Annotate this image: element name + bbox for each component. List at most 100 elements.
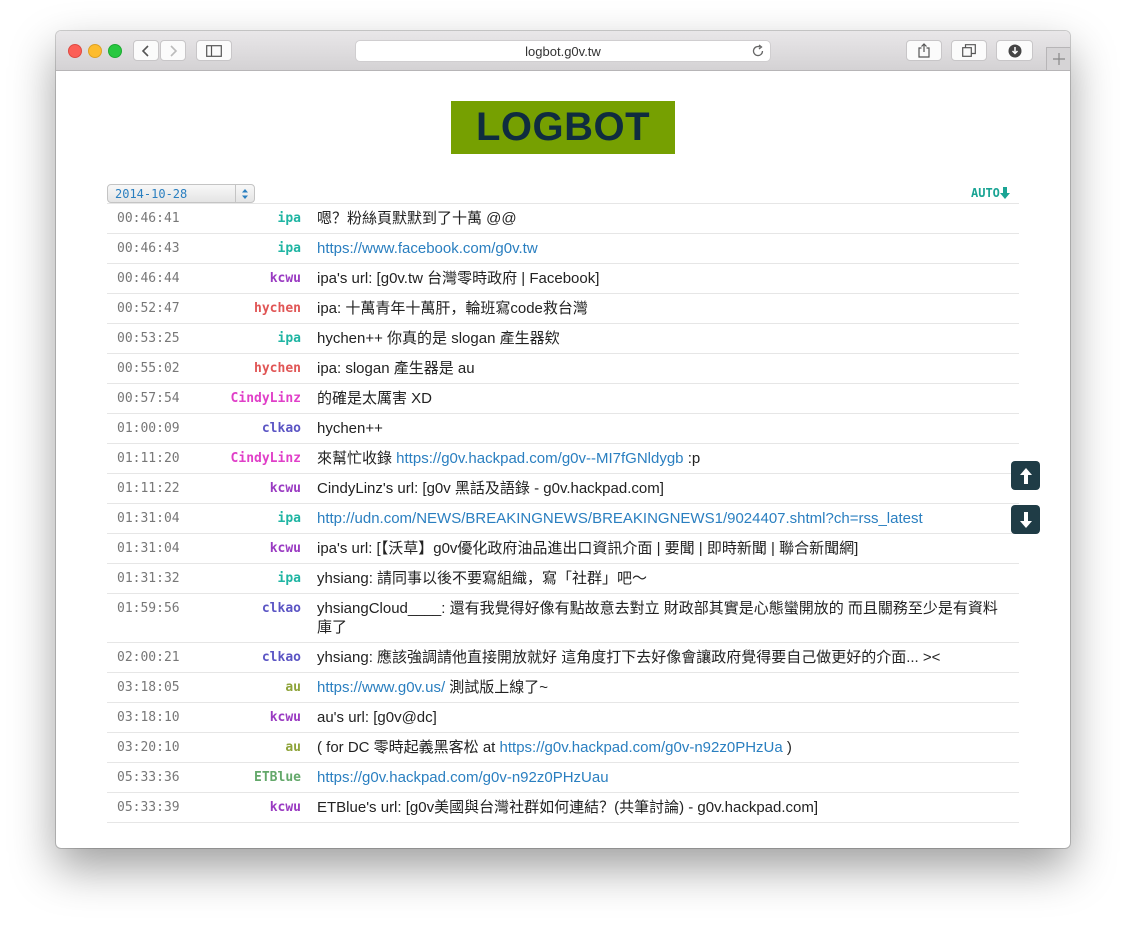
log-row: 05:33:39 kcwu ETBlue's url: [g0v美國與台灣社群如何連… <box>107 793 1019 823</box>
message-link[interactable]: https://g0v.hackpad.com/g0v-n92z0PHzUau <box>317 769 609 786</box>
log-nick: CindyLinz <box>230 391 301 406</box>
chevron-left-icon <box>141 44 149 57</box>
sidebar-icon <box>206 44 222 57</box>
log-message: CindyLinz's url: [g0v 黑話及語錄 - g0v.hackpa… <box>301 474 1019 503</box>
browser-toolbar: logbot.g0v.tw <box>56 31 1070 71</box>
log-message: yhsiangCloud____: 還有我覺得好像有點故意去對立 財政部其實是心… <box>301 594 1019 642</box>
log-row: 00:55:02 hychen ipa: slogan 產生器是 au <box>107 354 1019 384</box>
log-message: ETBlue's url: [g0v美國與台灣社群如何連結？(共筆討論) - g… <box>301 793 1019 822</box>
log-nick: ipa <box>277 241 301 256</box>
message-text: 嗯？粉絲頁默默到了十萬 @@ <box>317 210 517 227</box>
log-message: ipa: 十萬青年十萬肝，輪班寫code救台灣 <box>301 294 1019 323</box>
log-time[interactable]: 00:53:25 <box>107 324 211 353</box>
tabs-icon <box>962 44 976 57</box>
arrow-up-icon <box>1019 467 1032 484</box>
logbot-logo[interactable]: LOGBOT <box>451 101 675 154</box>
log-nick: au <box>285 740 301 755</box>
log-time[interactable]: 01:00:09 <box>107 414 211 443</box>
downloads-button[interactable] <box>996 40 1033 61</box>
close-window-button[interactable] <box>68 44 82 58</box>
log-row: 00:46:44 kcwu ipa's url: [g0v.tw 台灣零時政府 | … <box>107 264 1019 294</box>
browser-window: logbot.g0v.tw LOGBOT 2014-10-28 AUTO 00:… <box>56 31 1070 848</box>
message-text: yhsiangCloud____: 還有我覺得好像有點故意去對立 財政部其實是心… <box>317 600 998 636</box>
log-time[interactable]: 00:46:44 <box>107 264 211 293</box>
log-time[interactable]: 01:31:04 <box>107 504 211 533</box>
address-bar[interactable]: logbot.g0v.tw <box>355 40 771 62</box>
log-nick: kcwu <box>269 541 301 556</box>
message-text: ( for DC 零時起義黑客松 at <box>317 739 500 756</box>
new-tab-button[interactable] <box>1046 47 1070 70</box>
chat-log: 00:46:41 ipa 嗯？粉絲頁默默到了十萬 @@ 00:46:43 ipa http… <box>107 203 1019 823</box>
log-row: 00:52:47 hychen ipa: 十萬青年十萬肝，輪班寫code救台灣 <box>107 294 1019 324</box>
log-message: https://www.g0v.us/ 測試版上線了~ <box>301 673 1019 702</box>
log-row: 03:18:05 au https://www.g0v.us/ 測試版上線了~ <box>107 673 1019 703</box>
log-row: 03:20:10 au ( for DC 零時起義黑客松 at https://g0… <box>107 733 1019 763</box>
log-time[interactable]: 00:55:02 <box>107 354 211 383</box>
log-row: 01:31:04 kcwu ipa's url: [【沃草】g0v優化政府油品進出口… <box>107 534 1019 564</box>
log-nick: clkao <box>261 601 301 616</box>
sidebar-button[interactable] <box>196 40 232 61</box>
log-nick: au <box>285 680 301 695</box>
log-message: au's url: [g0v@dc] <box>301 703 1019 732</box>
back-button[interactable] <box>133 40 159 61</box>
log-time[interactable]: 00:52:47 <box>107 294 211 323</box>
log-row: 05:33:36 ETBlue https://g0v.hackpad.com/g0… <box>107 763 1019 793</box>
log-time[interactable]: 02:00:21 <box>107 643 211 672</box>
minimize-window-button[interactable] <box>88 44 102 58</box>
log-nick: ipa <box>277 511 301 526</box>
log-time[interactable]: 03:18:10 <box>107 703 211 732</box>
log-time[interactable]: 00:57:54 <box>107 384 211 413</box>
reload-icon[interactable] <box>751 44 765 58</box>
date-value: 2014-10-28 <box>115 186 188 201</box>
share-button[interactable] <box>906 40 942 61</box>
url-text: logbot.g0v.tw <box>525 43 601 59</box>
log-row: 00:57:54 CindyLinz 的確是太厲害 XD <box>107 384 1019 414</box>
message-text: ipa: slogan 產生器是 au <box>317 360 475 377</box>
share-icon <box>918 43 930 58</box>
message-text: ipa's url: [【沃草】g0v優化政府油品進出口資訊介面 | 要聞 | … <box>317 540 859 557</box>
log-message: yhsiang: 請同事以後不要寫組織，寫「社群」吧～ <box>301 564 1019 593</box>
tabs-overview-button[interactable] <box>951 40 987 61</box>
log-time[interactable]: 03:20:10 <box>107 733 211 762</box>
auto-scroll-toggle[interactable]: AUTO <box>971 186 1010 200</box>
log-time[interactable]: 00:46:43 <box>107 234 211 263</box>
date-select[interactable]: 2014-10-28 <box>107 184 255 203</box>
log-row: 01:11:20 CindyLinz 來幫忙收錄 https://g0v.hackp… <box>107 444 1019 474</box>
log-message: ipa's url: [【沃草】g0v優化政府油品進出口資訊介面 | 要聞 | … <box>301 534 1019 563</box>
message-text: hychen++ <box>317 420 383 437</box>
chevron-right-icon <box>170 44 178 57</box>
log-time[interactable]: 01:11:22 <box>107 474 211 503</box>
log-nick: kcwu <box>269 481 301 496</box>
scroll-up-button[interactable] <box>1011 461 1040 490</box>
message-link[interactable]: https://g0v.hackpad.com/g0v--MI7fGNldygb <box>396 450 683 467</box>
log-message: 來幫忙收錄 https://g0v.hackpad.com/g0v--MI7fG… <box>301 444 1019 473</box>
message-link[interactable]: https://www.facebook.com/g0v.tw <box>317 240 538 257</box>
log-time[interactable]: 01:59:56 <box>107 594 211 642</box>
message-text: 來幫忙收錄 <box>317 450 397 467</box>
message-link[interactable]: https://g0v.hackpad.com/g0v-n92z0PHzUa <box>500 739 783 756</box>
log-time[interactable]: 01:31:04 <box>107 534 211 563</box>
download-icon <box>1008 44 1021 57</box>
log-time[interactable]: 03:18:05 <box>107 673 211 702</box>
log-message: ipa's url: [g0v.tw 台灣零時政府 | Facebook] <box>301 264 1019 293</box>
log-time[interactable]: 00:46:41 <box>107 204 211 233</box>
message-link[interactable]: http://udn.com/NEWS/BREAKINGNEWS/BREAKIN… <box>317 510 923 527</box>
log-time[interactable]: 01:11:20 <box>107 444 211 473</box>
log-row: 00:53:25 ipa hychen++ 你真的是 slogan 產生器欸 <box>107 324 1019 354</box>
log-message: hychen++ <box>301 414 1019 443</box>
log-nick: hychen <box>254 301 301 316</box>
log-nick: kcwu <box>269 271 301 286</box>
log-row: 01:31:04 ipa http://udn.com/NEWS/BREAKINGN… <box>107 504 1019 534</box>
scroll-down-button[interactable] <box>1011 505 1040 534</box>
log-nick: CindyLinz <box>230 451 301 466</box>
forward-button[interactable] <box>160 40 186 61</box>
log-time[interactable]: 05:33:39 <box>107 793 211 822</box>
log-nick: ipa <box>277 571 301 586</box>
select-arrows-icon <box>235 185 254 202</box>
log-time[interactable]: 01:31:32 <box>107 564 211 593</box>
page-content: LOGBOT 2014-10-28 AUTO 00:46:41 ipa 嗯？粉絲頁默… <box>56 71 1070 848</box>
message-link[interactable]: https://www.g0v.us/ <box>317 679 445 696</box>
log-row: 00:46:41 ipa 嗯？粉絲頁默默到了十萬 @@ <box>107 204 1019 234</box>
zoom-window-button[interactable] <box>108 44 122 58</box>
log-time[interactable]: 05:33:36 <box>107 763 211 792</box>
